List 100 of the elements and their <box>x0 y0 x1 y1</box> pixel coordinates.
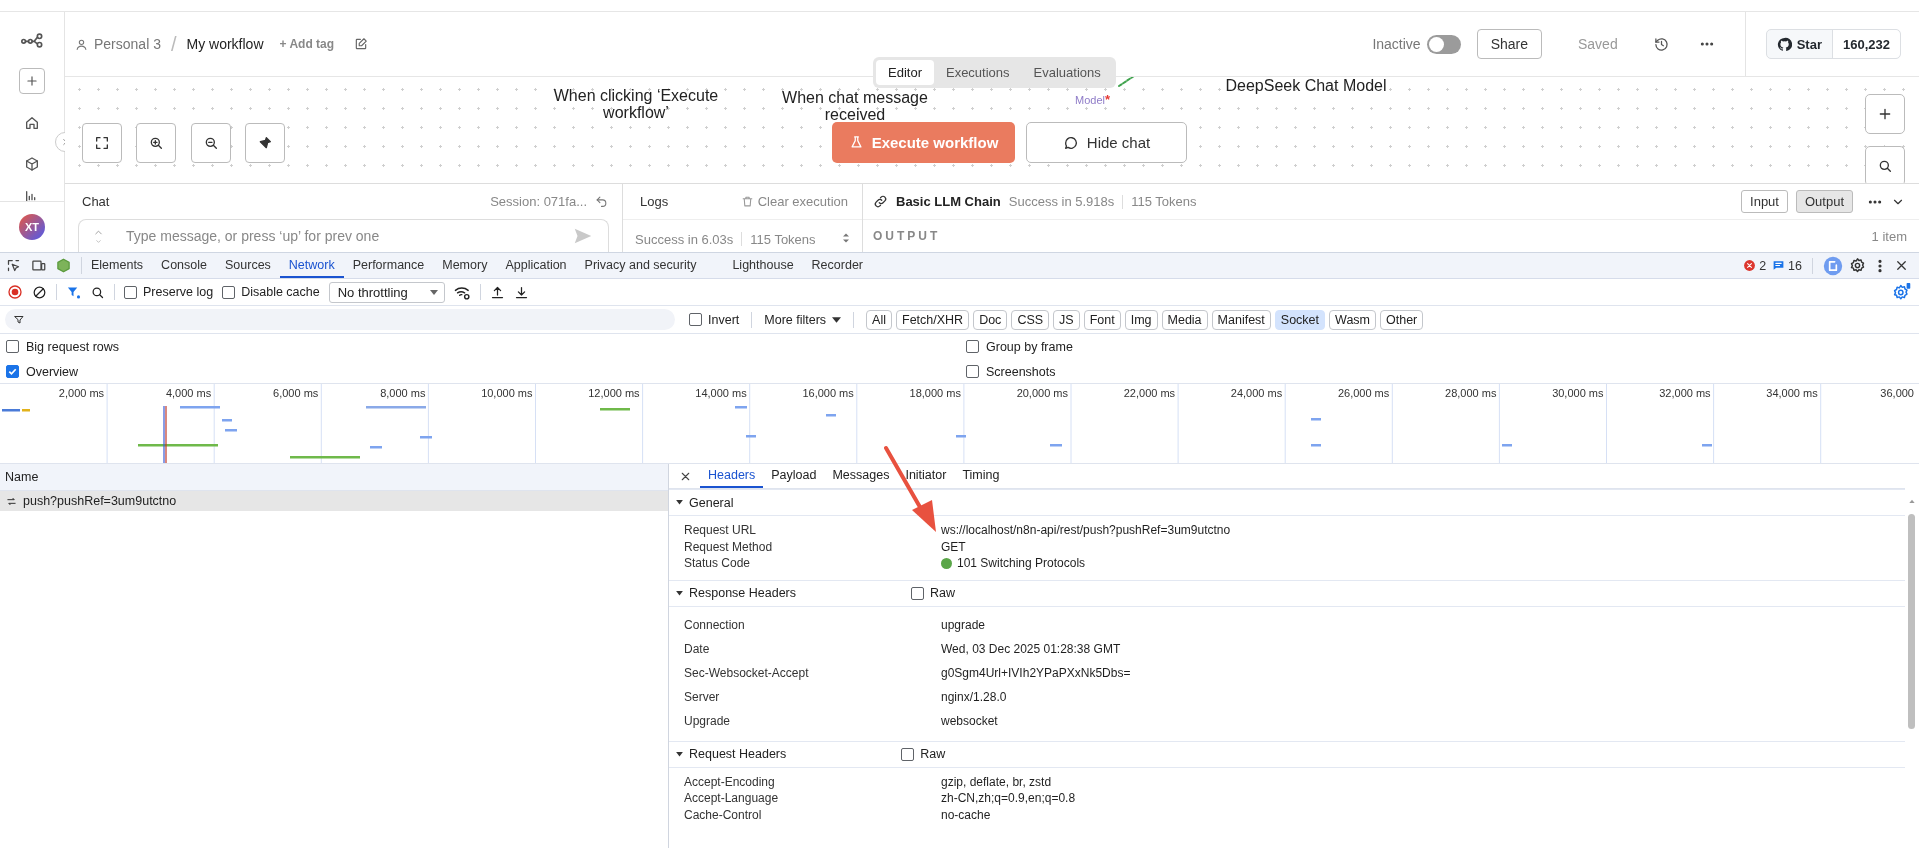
type-filter-chip[interactable]: Fetch/XHR <box>896 309 970 330</box>
type-filter-chip[interactable]: Manifest <box>1211 309 1271 330</box>
download-icon[interactable] <box>513 284 529 300</box>
checkbox[interactable] <box>222 285 236 299</box>
type-filter-chip[interactable]: JS <box>1053 309 1080 330</box>
type-filter-chip[interactable]: Media <box>1161 309 1208 330</box>
home-icon[interactable] <box>24 115 40 131</box>
tick-label: 34,000 ms <box>1766 387 1818 399</box>
detail-tab[interactable]: Messages <box>824 464 898 488</box>
type-filter-chip[interactable]: All <box>866 309 892 330</box>
type-filter-chip[interactable]: Doc <box>973 309 1008 330</box>
checkbox[interactable] <box>124 285 137 299</box>
expand-icon[interactable] <box>675 588 684 598</box>
search-icon <box>1877 158 1893 174</box>
header-name: Request URL <box>684 523 758 538</box>
zoom-in-button[interactable] <box>136 123 176 163</box>
add-button[interactable] <box>19 68 45 94</box>
header-value: Wed, 03 Dec 2025 01:28:38 GMT <box>941 641 1121 656</box>
device-toolbar-icon[interactable] <box>31 258 46 273</box>
type-filter-chip[interactable]: Wasm <box>1329 309 1376 330</box>
request-row[interactable]: push?pushRef=3um9utctno <box>0 491 668 511</box>
upload-icon[interactable] <box>489 284 505 300</box>
devtools-tab[interactable]: Application <box>496 253 576 278</box>
section-title[interactable]: Response Headers <box>689 586 796 600</box>
view-tab[interactable]: Editor <box>876 60 934 85</box>
header-name: Connection <box>684 617 746 632</box>
checkbox[interactable] <box>966 365 979 378</box>
type-filter-chip[interactable]: Img <box>1124 309 1158 330</box>
user-avatar[interactable]: XT <box>19 214 45 240</box>
checkbox[interactable] <box>6 365 19 378</box>
checkbox[interactable] <box>6 340 19 353</box>
share-button[interactable]: Share <box>1476 29 1542 59</box>
hexagon-icon[interactable] <box>56 258 71 273</box>
section-title[interactable]: Request Headers <box>689 747 787 761</box>
checkbox[interactable] <box>901 747 915 761</box>
more-filters-dropdown[interactable]: More filters <box>764 312 842 327</box>
hide-chat-button[interactable]: Hide chat <box>1026 122 1187 163</box>
devtools-tab[interactable]: Memory <box>433 253 497 278</box>
checkbox[interactable] <box>911 586 924 600</box>
clear-icon[interactable] <box>32 284 47 300</box>
tick-label: 20,000 ms <box>1016 387 1068 399</box>
project-link[interactable]: Personal 3 <box>94 36 161 52</box>
star-count[interactable]: 160,232 <box>1833 30 1900 58</box>
type-filter-chip[interactable]: Socket <box>1274 309 1326 330</box>
add-tag-link[interactable]: + Add tag <box>279 37 335 51</box>
workflow-name[interactable]: My workflow <box>186 36 264 52</box>
header-name: Upgrade <box>684 713 732 728</box>
node-label: When chat message received <box>781 89 929 123</box>
column-header[interactable]: Name <box>5 470 39 484</box>
undo-icon[interactable] <box>595 195 608 208</box>
scrollbar-thumb[interactable] <box>1908 514 1915 729</box>
settings-icon[interactable] <box>1849 257 1866 274</box>
message-count[interactable]: 16 <box>1772 258 1802 273</box>
view-tab[interactable]: Executions <box>933 60 1022 85</box>
clear-execution-button[interactable]: Clear execution <box>757 194 848 209</box>
header-name: Cache-Control <box>684 807 763 822</box>
tidy-up-button[interactable] <box>245 123 285 163</box>
display-mode-button[interactable]: Output <box>1795 190 1853 213</box>
close-icon[interactable] <box>1894 258 1909 273</box>
inspect-icon[interactable] <box>6 258 21 273</box>
type-filter-chip[interactable]: Other <box>1380 309 1424 330</box>
type-filter-chip[interactable]: CSS <box>1011 309 1050 330</box>
type-filter-chip[interactable]: Font <box>1083 309 1121 330</box>
checkbox[interactable] <box>966 340 979 353</box>
active-toggle[interactable] <box>1426 34 1461 54</box>
header-value: upgrade <box>941 617 986 632</box>
zoom-out-button[interactable] <box>191 123 231 163</box>
detail-tab[interactable]: Initiator <box>897 464 955 488</box>
record-icon[interactable] <box>7 284 23 300</box>
expand-icon[interactable] <box>675 749 684 759</box>
devtools-tab[interactable]: Privacy and security <box>575 253 706 278</box>
detail-tab[interactable]: Payload <box>763 464 825 488</box>
devtools-tab[interactable]: Elements <box>82 253 153 278</box>
history-icon[interactable] <box>1653 36 1669 52</box>
add-node-button[interactable] <box>1865 94 1905 134</box>
search-button[interactable] <box>1865 146 1905 183</box>
throttling-dropdown[interactable]: No throttling <box>328 281 445 303</box>
devtools-tab[interactable]: Performance <box>343 253 434 278</box>
item-count: 1 item <box>1871 228 1907 244</box>
edit-icon[interactable] <box>354 37 369 51</box>
devtools-tab[interactable]: Recorder <box>802 253 872 278</box>
filter-field[interactable] <box>5 309 675 330</box>
message-input[interactable]: Type message, or press ‘up’ for prev one <box>78 219 609 252</box>
scroll-up-icon[interactable] <box>1908 497 1916 505</box>
devtools-tab[interactable]: Lighthouse <box>723 253 803 278</box>
trash-icon[interactable] <box>740 195 754 208</box>
checkbox[interactable] <box>689 313 702 326</box>
devtools-tab[interactable]: Sources <box>216 253 280 278</box>
devtools-tab[interactable]: Network <box>279 253 344 278</box>
section-title[interactable]: General <box>689 495 734 510</box>
fit-view-button[interactable] <box>82 123 122 163</box>
cube-icon[interactable] <box>24 156 40 172</box>
devtools-tab[interactable]: Console <box>152 253 216 278</box>
display-mode-button[interactable]: Input <box>1741 190 1788 213</box>
view-tab[interactable]: Evaluations <box>1021 60 1113 85</box>
detail-tab[interactable]: Timing <box>954 464 1008 488</box>
connection-line <box>1118 77 1135 87</box>
expand-icon[interactable] <box>675 498 684 507</box>
error-count[interactable]: 2 <box>1743 258 1767 273</box>
plus-icon <box>25 74 39 88</box>
